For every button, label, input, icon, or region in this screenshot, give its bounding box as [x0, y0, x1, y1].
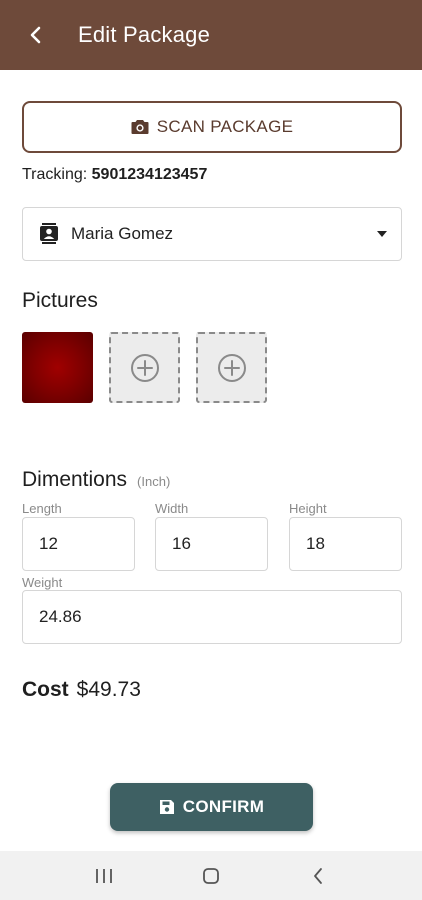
length-label: Length	[22, 501, 62, 516]
length-input[interactable]: 12	[22, 517, 135, 571]
scan-package-label: SCAN PACKAGE	[156, 117, 294, 136]
tracking-number: 5901234123457	[91, 166, 208, 183]
home-icon	[203, 867, 219, 884]
cost-value: $49.73	[76, 678, 141, 701]
app-bar: Edit Package	[0, 0, 422, 70]
weight-input[interactable]: 24.86	[22, 590, 402, 644]
system-nav-bar	[0, 851, 422, 900]
confirm-button[interactable]: CONFIRM	[110, 783, 313, 831]
customer-name: Maria Gomez	[71, 224, 174, 243]
width-input[interactable]: 16	[155, 517, 268, 571]
height-label: Height	[289, 501, 327, 516]
height-input[interactable]: 18	[289, 517, 402, 571]
pictures-row	[22, 332, 267, 403]
back-button[interactable]	[12, 11, 60, 59]
contact-card-icon	[40, 223, 58, 244]
home-button[interactable]	[181, 856, 241, 896]
tracking-info: Tracking: 5901234123457	[22, 166, 207, 184]
add-picture-button[interactable]	[196, 332, 267, 403]
chevron-left-icon	[30, 26, 41, 44]
width-label: Width	[155, 501, 189, 516]
dropdown-arrow-icon	[377, 231, 387, 237]
dimensions-unit: (Inch)	[137, 474, 171, 489]
page-title: Edit Package	[78, 22, 211, 47]
system-back-button[interactable]	[288, 856, 348, 896]
recent-apps-icon	[95, 868, 112, 883]
weight-label: Weight	[22, 575, 63, 590]
camera-icon	[131, 120, 149, 134]
confirm-label: CONFIRM	[182, 797, 265, 816]
cost-label: Cost	[22, 678, 69, 701]
add-circle-icon	[130, 353, 159, 382]
dimensions-title: Dimentions	[22, 468, 128, 491]
add-picture-button[interactable]	[109, 332, 180, 403]
scan-package-button[interactable]: SCAN PACKAGE	[22, 101, 402, 153]
customer-select[interactable]: Maria Gomez	[22, 207, 402, 261]
dimensions-heading: Dimentions (Inch)	[22, 468, 170, 492]
recent-apps-button[interactable]	[74, 856, 134, 896]
package-picture-thumbnail[interactable]	[22, 332, 93, 403]
back-arrow-icon	[314, 867, 323, 884]
cost-summary: Cost $49.73	[22, 678, 141, 702]
pictures-title: Pictures	[22, 289, 98, 312]
save-icon	[159, 800, 174, 814]
tracking-label: Tracking:	[22, 166, 88, 183]
add-circle-icon	[217, 353, 246, 382]
